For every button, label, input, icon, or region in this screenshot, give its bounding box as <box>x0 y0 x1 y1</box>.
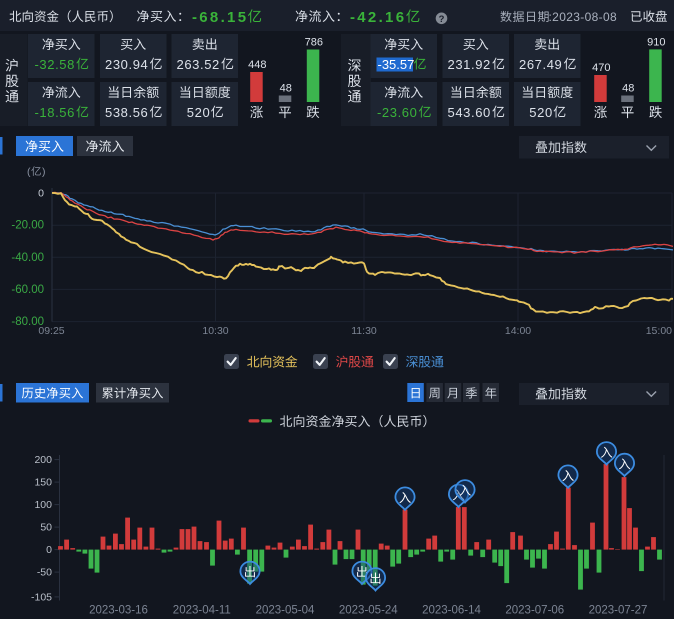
svg-text:14:00: 14:00 <box>505 325 531 337</box>
svg-text:-60.00: -60.00 <box>11 284 44 296</box>
svg-text:-20.00: -20.00 <box>11 220 44 232</box>
svg-text:): ) <box>42 166 46 178</box>
svg-text:-50: -50 <box>37 567 52 579</box>
svg-text:-42.16: -42.16 <box>350 9 406 26</box>
svg-text:520: 520 <box>187 105 211 120</box>
svg-text:786: 786 <box>305 37 323 49</box>
svg-text:2023-07-27: 2023-07-27 <box>589 605 648 617</box>
svg-text:267.49: 267.49 <box>519 57 562 72</box>
svg-text:(: ( <box>27 166 31 178</box>
svg-text:448: 448 <box>248 59 266 71</box>
svg-text:263.52: 263.52 <box>177 57 220 72</box>
svg-text:-105: -105 <box>31 591 52 603</box>
svg-text:230.94: 230.94 <box>105 57 148 72</box>
svg-text:2023-06-14: 2023-06-14 <box>422 605 481 617</box>
svg-text:09:25: 09:25 <box>38 325 64 337</box>
svg-text:48: 48 <box>622 83 634 95</box>
svg-text:-35.57: -35.57 <box>378 57 415 72</box>
svg-text:-18.56: -18.56 <box>35 105 75 120</box>
svg-text:0: 0 <box>38 188 44 200</box>
svg-text:50: 50 <box>40 522 52 534</box>
svg-text:543.60: 543.60 <box>448 105 491 120</box>
svg-text:2023-04-11: 2023-04-11 <box>173 605 231 617</box>
svg-text:231.92: 231.92 <box>448 57 491 72</box>
svg-text:48: 48 <box>280 83 292 95</box>
svg-text:-40.00: -40.00 <box>11 252 44 264</box>
svg-text:0: 0 <box>46 544 52 556</box>
svg-text:2023-05-24: 2023-05-24 <box>339 605 398 617</box>
svg-text:100: 100 <box>34 499 52 511</box>
svg-text:200: 200 <box>34 454 52 466</box>
svg-text:15:00: 15:00 <box>646 325 672 337</box>
svg-text:2023-05-04: 2023-05-04 <box>256 605 315 617</box>
svg-text:?: ? <box>439 14 445 25</box>
svg-text:470: 470 <box>592 62 610 74</box>
svg-text:910: 910 <box>647 36 665 48</box>
svg-text:520: 520 <box>529 105 553 120</box>
svg-text::2023-08-08: :2023-08-08 <box>549 10 618 24</box>
svg-text:-32.58: -32.58 <box>35 57 75 72</box>
svg-text:150: 150 <box>34 477 52 489</box>
svg-text:10:30: 10:30 <box>202 325 228 337</box>
svg-text:2023-03-16: 2023-03-16 <box>89 605 148 617</box>
svg-text:2023-07-06: 2023-07-06 <box>505 605 564 617</box>
svg-text:-68.15: -68.15 <box>192 9 248 26</box>
svg-text:538.56: 538.56 <box>105 105 148 120</box>
svg-text:11:30: 11:30 <box>351 325 377 337</box>
svg-text:-23.60: -23.60 <box>377 105 417 120</box>
